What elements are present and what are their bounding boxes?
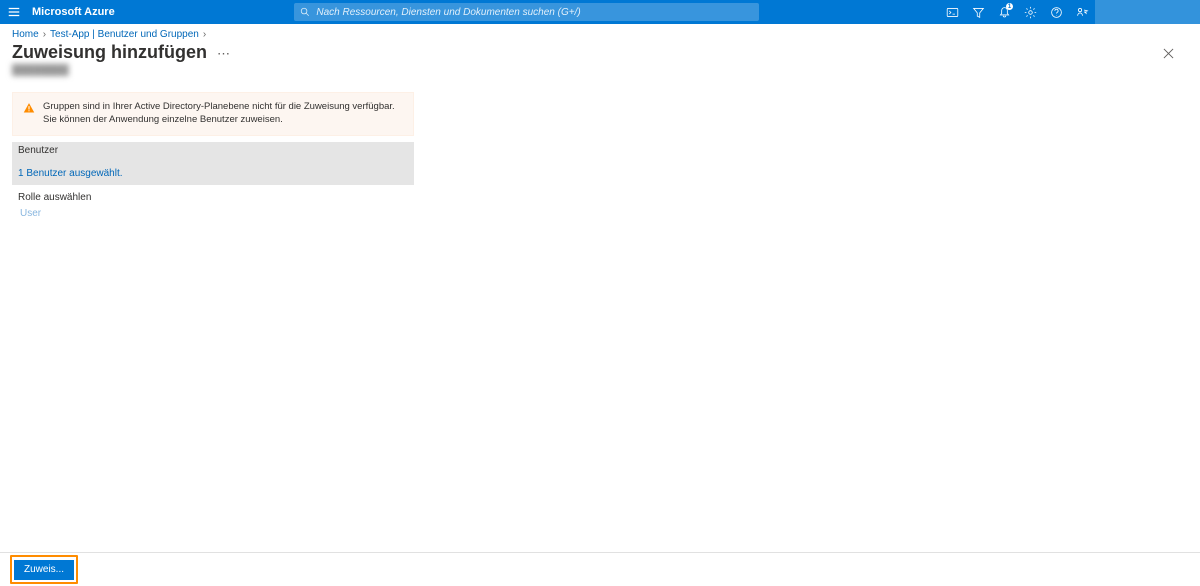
settings-button[interactable]	[1017, 0, 1043, 24]
warning-text: Gruppen sind in Ihrer Active Directory-P…	[43, 101, 403, 127]
role-section-header: Rolle auswählen	[12, 189, 414, 206]
page-subtitle: ████████	[0, 65, 1200, 76]
breadcrumb-sep: ›	[43, 29, 46, 40]
cloud-shell-button[interactable]	[939, 0, 965, 24]
help-button[interactable]	[1043, 0, 1069, 24]
gear-icon	[1024, 6, 1037, 19]
breadcrumb-sep: ›	[203, 29, 206, 40]
search-input[interactable]	[310, 7, 753, 18]
global-search[interactable]	[294, 3, 759, 21]
help-icon	[1050, 6, 1063, 19]
role-value: User	[12, 206, 414, 221]
menu-toggle[interactable]	[0, 5, 28, 19]
feedback-icon	[1076, 6, 1089, 19]
filter-icon	[972, 6, 985, 19]
assign-button[interactable]: Zuweis...	[14, 560, 74, 580]
users-section-header: Benutzer	[12, 142, 414, 159]
warning-banner: Gruppen sind in Ihrer Active Directory-P…	[12, 92, 414, 136]
search-icon	[300, 7, 310, 17]
breadcrumb: Home › Test-App | Benutzer und Gruppen ›	[0, 24, 1200, 40]
close-blade-button[interactable]	[1163, 42, 1188, 64]
cloud-shell-icon	[946, 6, 959, 19]
directory-filter-button[interactable]	[965, 0, 991, 24]
account-menu[interactable]	[1095, 0, 1200, 24]
assign-highlight: Zuweis...	[10, 555, 78, 584]
more-actions-button[interactable]: ⋯	[217, 46, 230, 62]
feedback-button[interactable]	[1069, 0, 1095, 24]
hamburger-icon	[7, 5, 21, 19]
breadcrumb-home[interactable]: Home	[12, 29, 39, 40]
users-picker[interactable]: 1 Benutzer ausgewählt.	[12, 159, 414, 185]
warning-icon	[23, 102, 35, 114]
notifications-button[interactable]: 1	[991, 0, 1017, 24]
users-selected-link[interactable]: 1 Benutzer ausgewählt.	[18, 168, 123, 179]
breadcrumb-app[interactable]: Test-App | Benutzer und Gruppen	[50, 29, 199, 40]
brand-label[interactable]: Microsoft Azure	[32, 6, 115, 18]
notification-badge: 1	[1006, 3, 1013, 10]
close-icon	[1163, 48, 1174, 59]
page-title: Zuweisung hinzufügen	[12, 42, 207, 63]
